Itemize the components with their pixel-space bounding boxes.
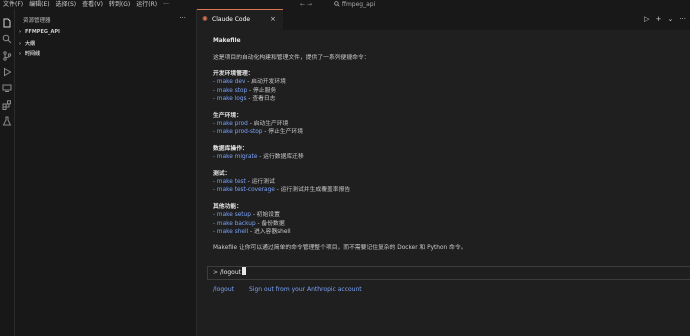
- doc-intro: 这是项目的自动化构建和管理文件，提供了一系列便捷命令：: [213, 54, 370, 61]
- command-item: - make test-coverage: [213, 187, 275, 194]
- explorer-icon[interactable]: [2, 13, 12, 28]
- section-label: FFMPEG_API: [25, 29, 60, 35]
- forward-arrow-icon[interactable]: →: [307, 1, 312, 8]
- section-timeline[interactable]: › 时间线: [19, 50, 40, 57]
- command-suggestion[interactable]: /logout Sign out from your Anthropic acco…: [213, 286, 362, 293]
- remote-explorer-icon[interactable]: [2, 78, 12, 92]
- command-item: - make migrate: [213, 154, 258, 161]
- command-item: - make stop: [213, 87, 248, 94]
- activity-bar: [0, 9, 15, 336]
- doc-title: Makefile: [213, 38, 241, 44]
- tab-claude-code[interactable]: ✺ Claude Code ×: [197, 9, 283, 30]
- menu-more[interactable]: ···: [163, 1, 169, 8]
- close-icon[interactable]: ×: [270, 10, 276, 29]
- suggestion-description: Sign out from your Anthropic account: [249, 286, 362, 293]
- editor-actions: ▷ + ⌄ ···: [638, 9, 686, 30]
- sidebar-more-button[interactable]: ···: [179, 14, 186, 22]
- tab-title: Claude Code: [212, 16, 251, 23]
- text-cursor: [242, 267, 246, 275]
- command-item: - make logs: [213, 96, 247, 103]
- section-ffmpeg-api[interactable]: › FFMPEG_API: [19, 29, 60, 35]
- group-heading: 其他功能：: [213, 203, 242, 210]
- command-item: - make prod-stop: [213, 129, 263, 136]
- command-desc: - 初始设置: [250, 212, 280, 219]
- group-heading: 测试：: [213, 170, 231, 177]
- command-desc: - 查看日志: [246, 96, 276, 103]
- run-icon[interactable]: ▷: [644, 15, 649, 23]
- add-icon[interactable]: +: [656, 15, 662, 23]
- search-box[interactable]: ffmpeg_api: [342, 1, 375, 8]
- command-desc: - 进入容器shell: [248, 228, 291, 235]
- run-debug-icon[interactable]: [2, 62, 12, 77]
- sidebar-title: 资源管理器: [23, 18, 51, 24]
- section-outline[interactable]: › 大纲: [19, 40, 35, 47]
- group-heading: 开发环境管理：: [213, 71, 254, 78]
- doc-summary: Makefile 让你可以通过简单的命令管理整个项目，而不需要记住复杂的 Doc…: [213, 245, 467, 252]
- search-icon[interactable]: [2, 29, 12, 44]
- command-item: - make backup: [213, 220, 256, 227]
- command-center: ← → ffmpeg_api: [300, 0, 375, 9]
- claude-logo-icon: ✺: [202, 15, 208, 23]
- title-bar: 文件(F) 编辑(E) 选择(S) 查看(V) 转到(G) 运行(R) ··· ← → ff…: [0, 0, 690, 9]
- command-desc: - 运行测试: [245, 179, 275, 186]
- prompt-value: /logout: [220, 269, 241, 276]
- command-item: - make test: [213, 179, 246, 186]
- command-item: - make dev: [213, 79, 246, 86]
- command-desc: - 运行测试并生成覆盖率报告: [274, 187, 351, 194]
- chevron-down-icon[interactable]: ⌄: [667, 15, 673, 23]
- response-text: Makefile 这是项目的自动化构建和管理文件，提供了一系列便捷命令： 开发环…: [213, 37, 683, 253]
- extensions-icon[interactable]: [2, 95, 12, 110]
- search-icon: [334, 1, 342, 8]
- menu-goto[interactable]: 转到(G): [109, 1, 130, 8]
- menu-view[interactable]: 查看(V): [82, 1, 103, 8]
- command-desc: - 备份数据: [255, 220, 285, 227]
- menu-bar: 文件(F) 编辑(E) 选择(S) 查看(V) 转到(G) 运行(R) ···: [3, 0, 175, 9]
- menu-select[interactable]: 选择(S): [56, 1, 77, 8]
- command-item: - make shell: [213, 228, 249, 235]
- section-label: 大纲: [25, 41, 36, 47]
- claude-code-panel: Makefile 这是项目的自动化构建和管理文件，提供了一系列便捷命令： 开发环…: [197, 30, 690, 336]
- prompt-symbol: >: [213, 269, 219, 276]
- command-desc: - 停止服务: [247, 87, 277, 94]
- command-desc: - 运行数据库迁移: [257, 154, 304, 161]
- testing-icon[interactable]: [2, 111, 12, 126]
- back-arrow-icon[interactable]: ←: [300, 1, 305, 8]
- command-desc: - 停止生产环境: [262, 129, 304, 136]
- prompt-input[interactable]: > /logout: [207, 266, 690, 280]
- source-control-icon[interactable]: [2, 46, 12, 61]
- explorer-sidebar: 资源管理器 ··· › FFMPEG_API › 大纲 › 时间线: [15, 9, 197, 336]
- group-heading: 数据库操作：: [213, 145, 248, 152]
- command-desc: - 启动开发环境: [245, 79, 286, 86]
- more-actions-icon[interactable]: ···: [679, 15, 686, 23]
- menu-file[interactable]: 文件(F): [3, 1, 23, 8]
- menu-edit[interactable]: 编辑(E): [29, 1, 49, 8]
- section-label: 时间线: [25, 51, 41, 57]
- command-desc: - 启动生产环境: [247, 120, 289, 127]
- editor-tab-bar: ✺ Claude Code × ▷ + ⌄ ···: [197, 9, 690, 30]
- suggestion-command: /logout: [213, 286, 234, 293]
- group-heading: 生产环境：: [213, 112, 242, 119]
- menu-run[interactable]: 运行(R): [136, 1, 157, 8]
- command-item: - make prod: [213, 120, 248, 127]
- command-item: - make setup: [213, 212, 251, 219]
